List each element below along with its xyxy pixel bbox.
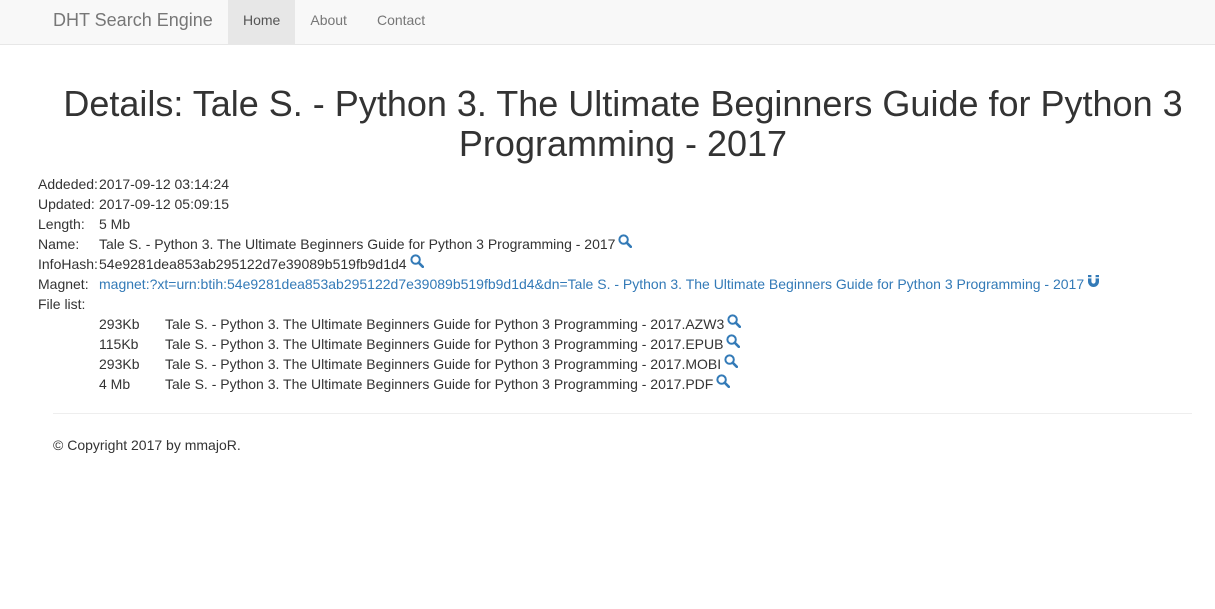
updated-value: 2017-09-12 05:09:15 — [99, 196, 229, 212]
file-name-wrap: Tale S. - Python 3. The Ultimate Beginne… — [165, 333, 741, 355]
footer-divider — [53, 413, 1192, 414]
file-size: 293Kb — [99, 316, 140, 332]
updated-label: Updated: — [38, 196, 95, 212]
infohash-value-wrap: 54e9281dea853ab295122d7e39089b519fb9d1d4 — [99, 254, 424, 275]
file-size: 115Kb — [99, 336, 139, 352]
nav-item-home[interactable]: Home — [228, 0, 296, 44]
search-icon[interactable] — [726, 333, 741, 353]
brand-link[interactable]: DHT Search Engine — [53, 0, 213, 45]
file-name-wrap: Tale S. - Python 3. The Ultimate Beginne… — [165, 353, 739, 375]
magnet-link[interactable]: magnet:?xt=urn:btih:54e9281dea853ab29512… — [99, 276, 1084, 292]
magnet-value-wrap: magnet:?xt=urn:btih:54e9281dea853ab29512… — [99, 274, 1100, 295]
infohash-label: InfoHash: — [38, 256, 98, 272]
file-name: Tale S. - Python 3. The Ultimate Beginne… — [165, 316, 725, 332]
added-value: 2017-09-12 03:14:24 — [99, 176, 229, 192]
magnet-label: Magnet: — [38, 276, 89, 292]
length-label: Length: — [38, 216, 85, 232]
nav-item-about[interactable]: About — [295, 0, 362, 44]
file-name: Tale S. - Python 3. The Ultimate Beginne… — [165, 376, 714, 392]
nav-item-contact[interactable]: Contact — [362, 0, 440, 44]
search-icon[interactable] — [716, 373, 731, 393]
navbar: DHT Search Engine Home About Contact — [0, 0, 1215, 45]
footer-copyright: © Copyright 2017 by mmajoR. — [53, 437, 241, 453]
magnet-icon[interactable] — [1087, 273, 1100, 293]
search-icon[interactable] — [618, 233, 633, 253]
file-name: Tale S. - Python 3. The Ultimate Beginne… — [165, 336, 724, 352]
search-icon[interactable] — [724, 353, 739, 373]
name-label: Name: — [38, 236, 80, 252]
name-value: Tale S. - Python 3. The Ultimate Beginne… — [99, 236, 616, 252]
file-size: 4 Mb — [99, 376, 131, 392]
search-icon[interactable] — [727, 313, 742, 333]
added-label: Addeded: — [38, 176, 98, 192]
file-size: 293Kb — [99, 356, 140, 372]
search-icon[interactable] — [409, 253, 424, 273]
length-value: 5 Mb — [99, 216, 131, 232]
infohash-value: 54e9281dea853ab295122d7e39089b519fb9d1d4 — [99, 256, 407, 272]
nav-menu: Home About Contact — [228, 0, 440, 44]
filelist-label: File list: — [38, 296, 86, 312]
file-name: Tale S. - Python 3. The Ultimate Beginne… — [165, 356, 722, 372]
page-title: Details: Tale S. - Python 3. The Ultimat… — [63, 83, 1183, 164]
file-name-wrap: Tale S. - Python 3. The Ultimate Beginne… — [165, 313, 742, 335]
name-value-wrap: Tale S. - Python 3. The Ultimate Beginne… — [99, 233, 633, 255]
file-name-wrap: Tale S. - Python 3. The Ultimate Beginne… — [165, 373, 731, 395]
